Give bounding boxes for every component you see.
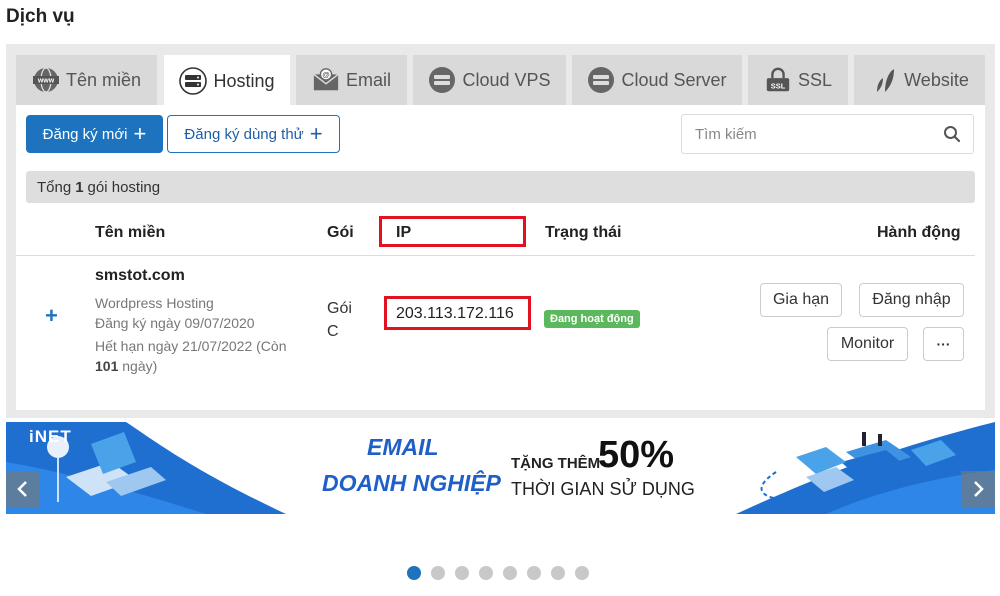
monitor-label: Monitor <box>840 335 895 352</box>
row-registered-date: Đăng ký ngày 09/07/2020 <box>95 315 255 331</box>
header-actions: Hành động <box>877 224 961 241</box>
header-domain: Tên miền <box>95 224 166 241</box>
banner-promo-prefix: TẶNG THÊM <box>511 455 601 472</box>
register-new-label: Đăng ký mới <box>42 125 128 143</box>
tab-hosting[interactable]: Hosting <box>164 55 290 107</box>
login-label: Đăng nhập <box>872 291 951 308</box>
website-leaf-icon <box>870 66 898 94</box>
services-panel: www Tên miền Hosting @ Email Cloud VPS C… <box>6 44 995 418</box>
server-hosting-icon <box>179 67 208 95</box>
row-domain: smstot.com <box>95 267 185 284</box>
carousel-dot[interactable] <box>527 566 541 580</box>
summary-count: 1 <box>75 178 84 196</box>
search-icon[interactable] <box>943 125 961 143</box>
summary-prefix: Tổng <box>37 178 72 196</box>
service-tabs: www Tên miền Hosting @ Email Cloud VPS C… <box>16 55 985 107</box>
register-trial-label: Đăng ký dùng thử <box>184 125 304 143</box>
header-package: Gói <box>327 224 354 241</box>
tab-label: SSL <box>797 69 833 90</box>
banner-prev-button[interactable] <box>6 471 40 507</box>
tab-cloud-vps[interactable]: Cloud VPS <box>413 55 566 105</box>
row-hosting-type: Wordpress Hosting <box>95 295 214 311</box>
carousel-dot[interactable] <box>431 566 445 580</box>
cloud-server-icon <box>428 66 456 94</box>
carousel-dot[interactable] <box>455 566 469 580</box>
carousel-dot[interactable] <box>503 566 517 580</box>
svg-text:@: @ <box>322 70 329 79</box>
register-trial-button[interactable]: Đăng ký dùng thử + <box>167 115 340 153</box>
header-status: Trạng thái <box>545 224 622 241</box>
register-new-button[interactable]: Đăng ký mới + <box>26 115 163 153</box>
svg-text:www: www <box>37 78 55 85</box>
banner-headline-2: DOANH NGHIỆP <box>322 470 501 496</box>
carousel-dots <box>407 566 589 580</box>
row-days-left: 101 ngày) <box>95 358 157 374</box>
tab-label: Hosting <box>213 70 275 91</box>
tab-label: Cloud Server <box>621 69 727 90</box>
renew-label: Gia hạn <box>772 291 830 308</box>
search-box <box>681 114 974 154</box>
ip-value-highlight <box>384 296 531 330</box>
banner-promo-line2: THỜI GIAN SỬ DỤNG <box>511 479 695 499</box>
row-package-line1: Gói <box>327 300 352 317</box>
tab-email[interactable]: @ Email <box>296 55 407 105</box>
more-actions-button[interactable]: ··· <box>923 327 964 361</box>
tab-ssl[interactable]: SSL SSL <box>748 55 848 105</box>
row-days-suffix: ngày) <box>122 358 158 374</box>
monitor-button[interactable]: Monitor <box>827 327 908 361</box>
summary-bar: Tổng 1 gói hosting <box>26 171 975 203</box>
promo-banner[interactable]: iNET EMAIL DOANH NGHIỆP TẶNG THÊM 50% TH… <box>6 422 995 514</box>
banner-next-button[interactable] <box>961 471 995 507</box>
page-title: Dịch vụ <box>6 6 75 27</box>
row-days-count: 101 <box>95 358 119 374</box>
tab-label: Website <box>904 69 969 90</box>
globe-www-icon: www <box>32 66 60 94</box>
banner-headline-1: EMAIL <box>367 434 439 460</box>
row-package: Gói C <box>327 297 352 343</box>
carousel-dot[interactable] <box>407 566 421 580</box>
carousel-dot[interactable] <box>479 566 493 580</box>
summary-suffix: gói hosting <box>87 178 161 196</box>
plus-icon: + <box>133 121 147 146</box>
tab-label: Cloud VPS <box>462 69 551 90</box>
search-input[interactable] <box>682 115 922 153</box>
svg-text:SSL: SSL <box>771 81 786 90</box>
chevron-left-icon <box>17 481 27 497</box>
login-button[interactable]: Đăng nhập <box>859 283 964 317</box>
banner-promo-value: 50% <box>598 434 675 476</box>
more-icon: ··· <box>936 336 951 352</box>
ssl-lock-icon: SSL <box>764 66 792 94</box>
renew-button[interactable]: Gia hạn <box>760 283 842 317</box>
banner-artwork <box>6 422 995 514</box>
tab-cloud-server[interactable]: Cloud Server <box>572 55 742 105</box>
tab-label: Tên miền <box>65 69 142 90</box>
carousel-dot[interactable] <box>575 566 589 580</box>
row-expiry-date: Hết hạn ngày 21/07/2022 (Còn <box>95 338 286 354</box>
expand-row-icon[interactable]: + <box>45 303 58 329</box>
hosting-content: Đăng ký mới + Đăng ký dùng thử + Tổng 1 … <box>16 105 985 410</box>
inet-logo: iNET <box>29 427 72 446</box>
row-package-line2: C <box>327 323 339 340</box>
tab-website[interactable]: Website <box>854 55 985 105</box>
email-envelope-icon: @ <box>312 66 340 94</box>
plus-icon: + <box>309 121 323 146</box>
ip-header-highlight <box>379 216 526 247</box>
cloud-server-icon <box>587 66 615 94</box>
carousel-dot[interactable] <box>551 566 565 580</box>
table-row: + smstot.com Wordpress Hosting Đăng ký n… <box>16 256 975 406</box>
chevron-right-icon <box>974 481 984 497</box>
tab-label: Email <box>345 69 391 90</box>
row-expiry-text: Hết hạn ngày 21/07/2022 (Còn <box>95 338 287 354</box>
status-badge: Đang hoạt động <box>544 310 640 328</box>
tab-domain[interactable]: www Tên miền <box>16 55 157 105</box>
